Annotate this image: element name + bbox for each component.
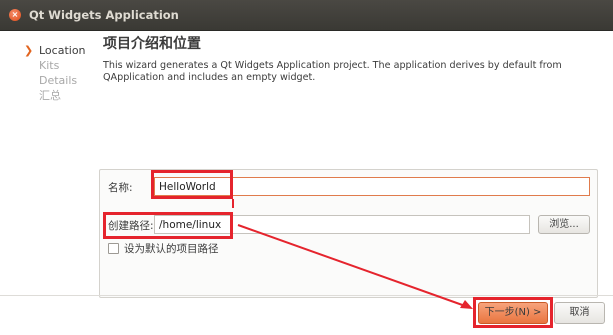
annotation-arrow xyxy=(232,199,473,309)
